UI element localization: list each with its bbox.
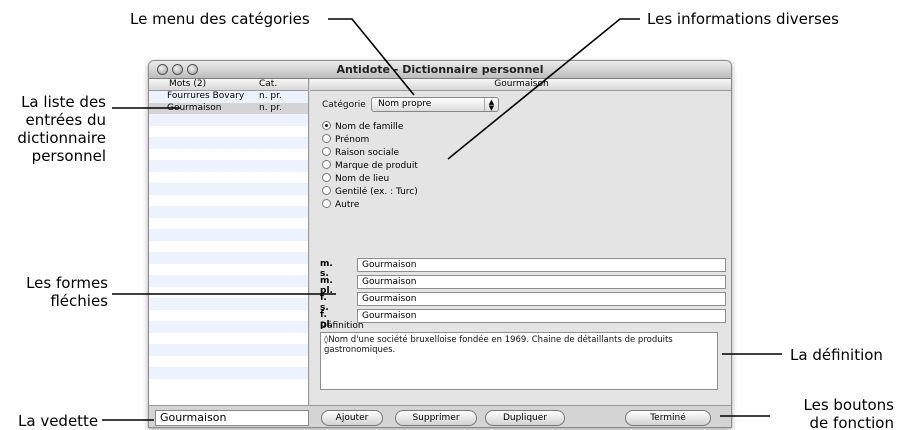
list-item-category: n. pr. [259, 91, 282, 101]
list-item[interactable] [149, 206, 308, 218]
list-item[interactable] [149, 367, 308, 379]
delete-button[interactable]: Supprimer [395, 410, 477, 426]
list-item[interactable] [149, 379, 308, 391]
headword-field[interactable]: Gourmaison [155, 410, 309, 426]
list-item[interactable]: Fourrures Bovary n. pr. [149, 91, 308, 103]
callout-entries-list-line: dictionnaire [17, 129, 106, 147]
list-item[interactable] [149, 275, 308, 287]
list-item[interactable] [149, 252, 308, 264]
callout-categories-menu: Le menu des catégories [130, 10, 310, 28]
entry-detail-panel: Gourmaison Catégorie Nom propre ▲ ▼ Nom d… [310, 79, 731, 405]
subtype-radio-option[interactable]: Nom de famille [322, 121, 403, 134]
callout-inflected-forms-line: Les formes [26, 274, 108, 292]
definition-label: Définition [320, 321, 364, 331]
callout-inflected-forms: Les formes fléchies [14, 274, 108, 310]
list-item[interactable] [149, 298, 308, 310]
entries-list-rows: Fourrures Bovary n. pr. Gourmaison n. pr. [149, 91, 308, 390]
list-item[interactable] [149, 126, 308, 138]
subtype-label: Prénom [335, 135, 370, 145]
entries-list-header: Mots (2) Cat. [149, 79, 308, 91]
callout-entries-list-line: La liste des [21, 93, 106, 111]
list-item[interactable] [149, 149, 308, 161]
column-header-words[interactable]: Mots (2) [169, 79, 206, 89]
list-item[interactable] [149, 137, 308, 149]
radio-button-icon[interactable] [322, 160, 331, 169]
add-button[interactable]: Ajouter [321, 410, 383, 426]
list-item[interactable] [149, 310, 308, 322]
callout-function-buttons: Les boutons de fonction [776, 396, 895, 430]
callout-misc-info: Les informations diverses [647, 10, 839, 28]
list-item[interactable] [149, 229, 308, 241]
list-item[interactable] [149, 344, 308, 356]
list-item[interactable] [149, 160, 308, 172]
subtype-radio-option[interactable]: Prénom [322, 134, 369, 147]
subtype-label: Autre [335, 200, 360, 210]
callout-entries-list-line: entrées du [25, 111, 106, 129]
subtype-label: Marque de produit [335, 161, 418, 171]
callout-entries-list-line: personnel [31, 147, 106, 165]
subtype-radio-option[interactable]: Raison sociale [322, 147, 399, 160]
list-item-category: n. pr. [259, 102, 282, 113]
radio-button-icon[interactable] [322, 186, 331, 195]
list-item[interactable] [149, 356, 308, 368]
entry-detail-header: Gourmaison [310, 79, 731, 91]
list-item-word: Fourrures Bovary [167, 91, 245, 101]
popup-arrows-icon: ▲ ▼ [484, 98, 498, 112]
inflected-form-field[interactable]: Gourmaison [357, 292, 726, 306]
callout-inflected-forms-line: fléchies [50, 292, 108, 310]
dictionary-window: Antidote - Dictionnaire personnel Mots (… [148, 60, 732, 428]
subtype-label: Gentilé (ex. : Turc) [335, 187, 418, 197]
list-item[interactable] [149, 321, 308, 333]
window-titlebar[interactable]: Antidote - Dictionnaire personnel [149, 61, 731, 79]
list-item[interactable] [149, 195, 308, 207]
inflected-form-field[interactable]: Gourmaison [357, 258, 726, 272]
radio-button-icon[interactable] [322, 121, 331, 130]
inflected-form-field[interactable]: Gourmaison [357, 275, 726, 289]
entries-list[interactable]: Mots (2) Cat. Fourrures Bovary n. pr. Gour… [149, 79, 309, 405]
subtype-label: Nom de famille [335, 122, 404, 132]
list-item[interactable] [149, 172, 308, 184]
category-label: Catégorie [322, 100, 366, 110]
callout-function-buttons-line: de fonction [809, 414, 894, 430]
list-item-word: Gourmaison [167, 102, 222, 113]
callout-entries-list: La liste des entrées du dictionnaire per… [14, 93, 106, 165]
window-title: Antidote - Dictionnaire personnel [336, 63, 544, 76]
list-item[interactable]: Gourmaison n. pr. [149, 102, 308, 114]
callout-definition: La définition [790, 346, 883, 364]
radio-button-icon[interactable] [322, 173, 331, 182]
callout-headword: La vedette [18, 412, 99, 430]
category-popup[interactable]: Nom propre ▲ ▼ [371, 97, 499, 112]
radio-button-icon[interactable] [322, 134, 331, 143]
radio-button-icon[interactable] [322, 199, 331, 208]
subtype-label: Nom de lieu [335, 174, 390, 184]
subtype-radio-option[interactable]: Gentilé (ex. : Turc) [322, 186, 418, 199]
list-item[interactable] [149, 183, 308, 195]
list-item[interactable] [149, 287, 308, 299]
list-item[interactable] [149, 241, 308, 253]
subtype-radio-option[interactable]: Nom de lieu [322, 173, 389, 186]
done-button[interactable]: Terminé [625, 410, 711, 426]
list-item[interactable] [149, 114, 308, 126]
subtype-label: Raison sociale [335, 148, 400, 158]
list-item[interactable] [149, 264, 308, 276]
inflected-form-field[interactable]: Gourmaison [357, 309, 726, 323]
subtype-radio-option[interactable]: Marque de produit [322, 160, 418, 173]
subtype-radio-option[interactable]: Autre [322, 199, 359, 212]
duplicate-button[interactable]: Dupliquer [485, 410, 565, 426]
list-item[interactable] [149, 333, 308, 345]
list-item[interactable] [149, 218, 308, 230]
definition-textarea[interactable]: ◊Nom d'une société bruxelloise fondée en… [320, 332, 718, 390]
radio-button-icon[interactable] [322, 147, 331, 156]
category-popup-value: Nom propre [378, 99, 432, 109]
column-header-category[interactable]: Cat. [259, 79, 277, 89]
bottom-toolbar: Gourmaison Ajouter Supprimer Dupliquer T… [149, 405, 731, 427]
callout-function-buttons-line: Les boutons [803, 396, 895, 414]
